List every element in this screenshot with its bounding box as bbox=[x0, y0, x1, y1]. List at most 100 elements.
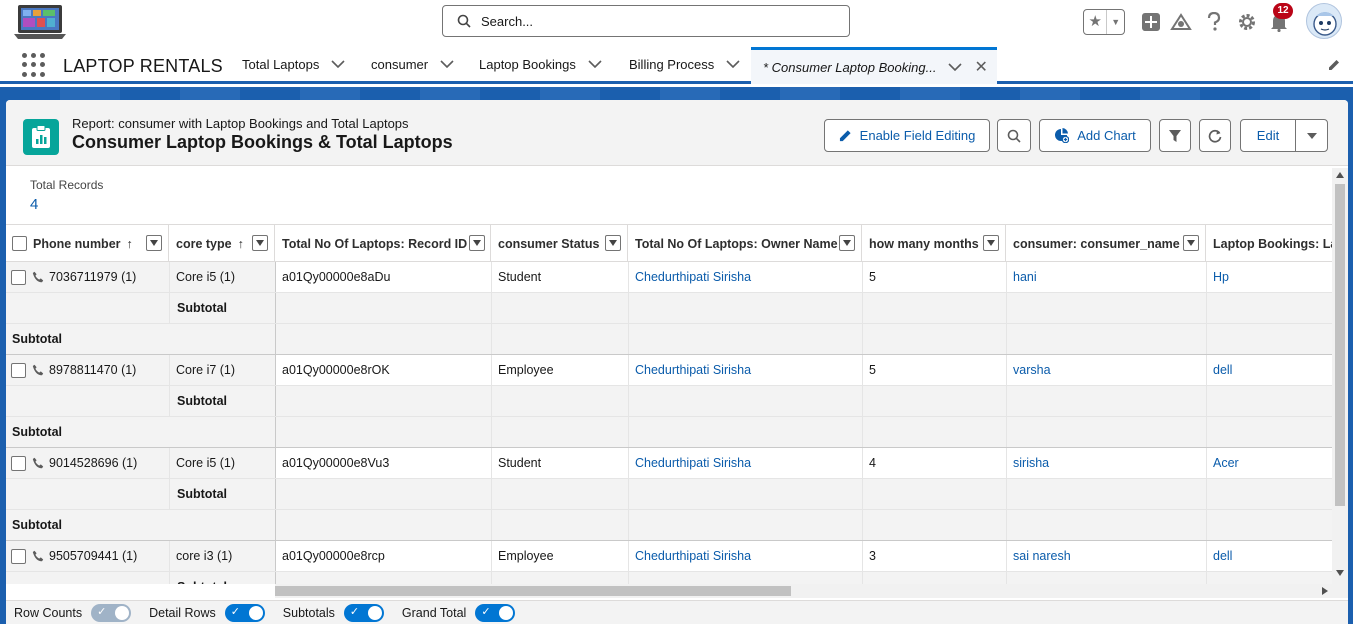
column-menu-consumer-name[interactable] bbox=[1183, 235, 1199, 251]
scroll-down-icon[interactable] bbox=[1336, 570, 1344, 576]
horizontal-scroll-thumb[interactable] bbox=[275, 586, 791, 596]
column-header-laptop-bookings[interactable]: Laptop Bookings: La bbox=[1206, 225, 1332, 262]
setup-button[interactable] bbox=[1235, 10, 1259, 34]
row-checkbox[interactable] bbox=[11, 269, 26, 285]
tab-consumer-laptop-bookings-report[interactable]: * Consumer Laptop Booking... ✕ bbox=[751, 47, 997, 84]
owner-name-cell[interactable]: Chedurthipati Sirisha bbox=[628, 541, 862, 571]
chevron-down-icon[interactable] bbox=[331, 60, 345, 68]
user-avatar[interactable] bbox=[1306, 3, 1342, 39]
column-divider bbox=[628, 262, 629, 292]
toggle-row-counts[interactable]: Row Counts ✓ bbox=[14, 603, 132, 622]
select-all-checkbox[interactable] bbox=[12, 236, 27, 251]
owner-name-cell[interactable]: Chedurthipati Sirisha bbox=[628, 355, 862, 385]
column-header-phone-number[interactable]: Phone number ↑ bbox=[6, 225, 169, 262]
tab-billing-process[interactable]: Billing Process bbox=[629, 44, 740, 84]
chevron-down-icon[interactable] bbox=[726, 60, 740, 68]
cell-text: Chedurthipati Sirisha bbox=[635, 456, 752, 470]
total-records-label: Total Records bbox=[30, 178, 104, 192]
column-divider bbox=[628, 572, 629, 584]
column-divider bbox=[862, 386, 863, 416]
column-divider bbox=[1206, 417, 1207, 447]
edit-menu-button[interactable] bbox=[1295, 119, 1328, 152]
chevron-down-icon bbox=[473, 240, 481, 246]
column-divider bbox=[1006, 293, 1007, 323]
consumer-name-cell[interactable]: hani bbox=[1006, 262, 1206, 292]
column-divider bbox=[491, 324, 492, 354]
chevron-down-icon[interactable] bbox=[440, 60, 454, 68]
toggle-label: Detail Rows bbox=[149, 605, 216, 620]
detail-rows-switch[interactable]: ✓ bbox=[224, 603, 265, 622]
help-icon bbox=[1207, 12, 1221, 31]
trailhead-button[interactable] bbox=[1169, 10, 1193, 34]
global-actions-button[interactable] bbox=[1139, 10, 1163, 34]
toggle-grand-total[interactable]: Grand Total ✓ bbox=[402, 603, 516, 622]
row-checkbox[interactable] bbox=[11, 362, 26, 378]
close-icon[interactable]: ✕ bbox=[974, 57, 987, 77]
column-divider bbox=[1006, 355, 1007, 385]
table-row: 7036711979 (1) Core i5 (1) a01Qy00000e8aDu… bbox=[6, 262, 1332, 293]
column-menu-phone-number[interactable] bbox=[146, 235, 162, 251]
horizontal-scrollbar[interactable] bbox=[275, 584, 1332, 598]
cell-text: Chedurthipati Sirisha bbox=[635, 363, 752, 377]
laptop-cell[interactable]: Hp bbox=[1206, 262, 1332, 292]
row-checkbox[interactable] bbox=[11, 455, 26, 471]
column-divider bbox=[491, 262, 492, 292]
toggle-detail-rows[interactable]: Detail Rows ✓ bbox=[149, 603, 265, 622]
chevron-down-icon[interactable] bbox=[948, 63, 963, 71]
column-divider bbox=[491, 541, 492, 571]
column-divider bbox=[628, 448, 629, 478]
column-divider bbox=[862, 572, 863, 584]
laptop-cell[interactable]: dell bbox=[1206, 355, 1332, 385]
column-menu-record-id[interactable] bbox=[469, 235, 485, 251]
owner-name-cell[interactable]: Chedurthipati Sirisha bbox=[628, 448, 862, 478]
row-counts-switch[interactable]: ✓ bbox=[91, 603, 132, 622]
global-header: Search... ★ ▼ 12 bbox=[0, 0, 1353, 44]
scroll-right-icon[interactable] bbox=[1322, 587, 1328, 595]
refresh-button[interactable] bbox=[1199, 119, 1231, 152]
grand-total-switch[interactable]: ✓ bbox=[475, 603, 516, 622]
subtotal-label: Subtotal bbox=[12, 425, 62, 439]
help-button[interactable] bbox=[1202, 10, 1226, 34]
tab-laptop-bookings[interactable]: Laptop Bookings bbox=[479, 44, 602, 84]
button-label: Enable Field Editing bbox=[859, 128, 976, 143]
subtotals-switch[interactable]: ✓ bbox=[343, 603, 384, 622]
tab-consumer[interactable]: consumer bbox=[371, 44, 454, 84]
chevron-down-icon[interactable]: ▼ bbox=[1107, 17, 1124, 27]
column-header-owner-name[interactable]: Total No Of Laptops: Owner Name bbox=[628, 225, 862, 262]
consumer-name-cell[interactable]: sai naresh bbox=[1006, 541, 1206, 571]
star-icon[interactable]: ★ bbox=[1084, 10, 1108, 34]
consumer-name-cell[interactable]: varsha bbox=[1006, 355, 1206, 385]
search-report-button[interactable] bbox=[997, 119, 1031, 152]
scroll-up-icon[interactable] bbox=[1336, 172, 1344, 178]
tab-label: * Consumer Laptop Booking... bbox=[763, 59, 937, 75]
column-menu-owner-name[interactable] bbox=[839, 235, 855, 251]
laptop-cell[interactable]: dell bbox=[1206, 541, 1332, 571]
tab-total-laptops[interactable]: Total Laptops bbox=[242, 44, 345, 84]
column-header-record-id[interactable]: Total No Of Laptops: Record ID bbox=[275, 225, 491, 262]
row-checkbox[interactable] bbox=[11, 548, 26, 564]
filter-button[interactable] bbox=[1159, 119, 1191, 152]
favorites-button[interactable]: ★ ▼ bbox=[1083, 9, 1125, 35]
column-header-label: Phone number bbox=[33, 236, 121, 251]
column-menu-consumer-status[interactable] bbox=[605, 235, 621, 251]
global-search-input[interactable]: Search... bbox=[442, 5, 850, 37]
owner-name-cell[interactable]: Chedurthipati Sirisha bbox=[628, 262, 862, 292]
laptop-cell[interactable]: Acer bbox=[1206, 448, 1332, 478]
toggle-subtotals[interactable]: Subtotals ✓ bbox=[283, 603, 384, 622]
column-header-consumer-name[interactable]: consumer: consumer_name bbox=[1006, 225, 1206, 262]
app-launcher-icon[interactable] bbox=[22, 53, 46, 77]
chevron-down-icon[interactable] bbox=[588, 60, 602, 68]
vertical-scroll-thumb[interactable] bbox=[1335, 184, 1345, 506]
column-divider bbox=[628, 324, 629, 354]
consumer-name-cell[interactable]: sirisha bbox=[1006, 448, 1206, 478]
edit-nav-pencil-icon[interactable] bbox=[1327, 58, 1341, 72]
column-menu-core-type[interactable] bbox=[252, 235, 268, 251]
edit-report-button[interactable]: Edit bbox=[1240, 119, 1296, 152]
add-chart-button[interactable]: Add Chart bbox=[1039, 119, 1151, 152]
vertical-scrollbar[interactable] bbox=[1332, 168, 1348, 598]
consumer-status-cell: Student bbox=[491, 262, 628, 292]
enable-field-editing-button[interactable]: Enable Field Editing bbox=[824, 119, 990, 152]
months-cell: 4 bbox=[862, 448, 1006, 478]
cell-text: 8978811470 (1) bbox=[49, 363, 137, 377]
column-menu-how-many-months[interactable] bbox=[983, 235, 999, 251]
